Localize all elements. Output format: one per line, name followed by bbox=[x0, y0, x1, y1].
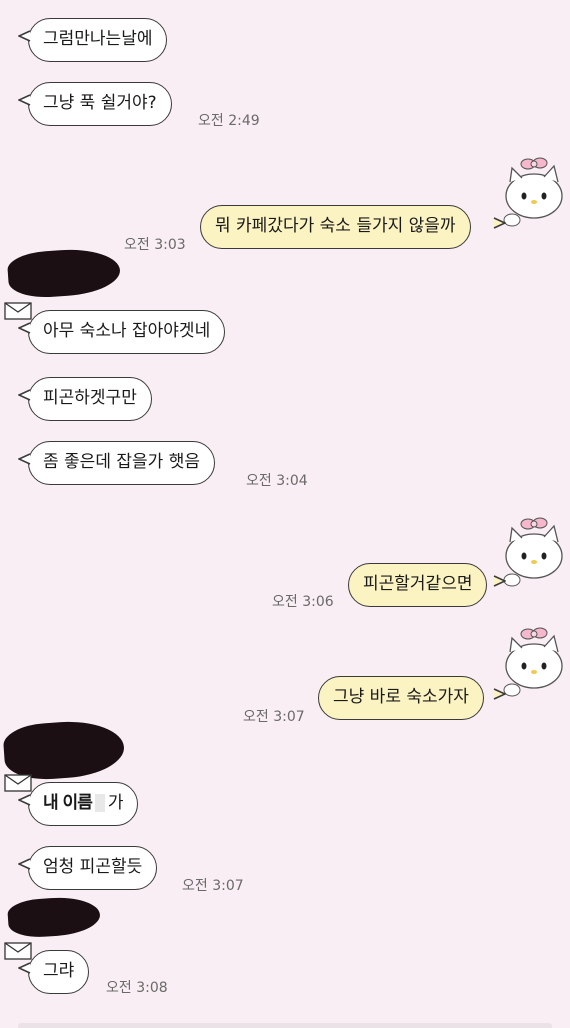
bubble-tail bbox=[18, 858, 31, 870]
message-text: 피곤하겟구만 bbox=[43, 388, 137, 408]
message-text: 그랴 bbox=[43, 961, 75, 981]
message-text: 그럼만나는날에 bbox=[43, 29, 153, 49]
message-text: 가 bbox=[107, 793, 124, 813]
message-bubble[interactable]: 내 이름 가 bbox=[28, 782, 139, 826]
message-bubble[interactable]: 그냥 바로 숙소가자 bbox=[318, 676, 484, 720]
bubble-tail bbox=[493, 688, 506, 700]
bubble-tail bbox=[18, 322, 31, 334]
message-text: 좀 좋은데 잡을가 햇음 bbox=[43, 452, 200, 472]
redacted-name bbox=[2, 717, 126, 783]
bubble-tail bbox=[18, 453, 31, 465]
message-text: 뭐 카페갔다가 숙소 들가지 않을까 bbox=[215, 216, 456, 236]
message-timestamp: 오전 3:07 bbox=[243, 709, 305, 725]
message-bubble[interactable]: 아무 숙소나 잡아야겟네 bbox=[28, 310, 226, 354]
bubble-tail bbox=[18, 962, 31, 974]
message-timestamp: 오전 3:07 bbox=[182, 878, 244, 894]
message-text: 그냥 바로 숙소가자 bbox=[333, 687, 469, 707]
message-bubble[interactable]: 그냥 푹 쉴거야? bbox=[28, 82, 172, 126]
envelope-icon bbox=[4, 942, 32, 960]
envelope-icon bbox=[4, 302, 32, 320]
bubble-tail bbox=[493, 575, 506, 587]
message-text: 엄청 피곤할듯 bbox=[43, 857, 143, 877]
message-timestamp: 오전 3:03 bbox=[124, 237, 186, 253]
message-timestamp: 오전 3:06 bbox=[272, 594, 334, 610]
message-bubble[interactable]: 엄청 피곤할듯 bbox=[28, 846, 158, 890]
bubble-tail bbox=[18, 30, 31, 42]
message-timestamp: 오전 3:08 bbox=[106, 980, 168, 996]
message-bubble[interactable]: 그럼만나는날에 bbox=[28, 18, 168, 62]
redacted-segment bbox=[94, 794, 105, 812]
bubble-tail bbox=[18, 94, 31, 106]
hello-kitty-avatar bbox=[503, 627, 563, 697]
bubble-tail bbox=[493, 217, 506, 229]
message-bubble[interactable]: 뭐 카페갔다가 숙소 들가지 않을까 bbox=[200, 205, 471, 249]
message-timestamp: 오전 2:49 bbox=[198, 113, 260, 129]
message-bubble[interactable]: 그랴 bbox=[28, 950, 90, 994]
envelope-icon bbox=[4, 774, 32, 792]
redacted-name bbox=[6, 246, 122, 300]
message-bubble[interactable]: 피곤하겟구만 bbox=[28, 377, 152, 421]
message-text: 그냥 푹 쉴거야? bbox=[43, 93, 157, 113]
bubble-tail bbox=[18, 389, 31, 401]
message-text: 내 이름 bbox=[43, 793, 93, 813]
bubble-tail bbox=[18, 794, 31, 806]
hello-kitty-avatar bbox=[503, 157, 563, 227]
message-text: 아무 숙소나 잡아야겟네 bbox=[43, 321, 211, 341]
message-timestamp: 오전 3:04 bbox=[246, 473, 308, 489]
hello-kitty-avatar bbox=[503, 517, 563, 587]
message-bubble[interactable]: 피곤할거같으면 bbox=[348, 563, 488, 607]
input-bar-edge bbox=[18, 1023, 552, 1028]
message-text: 피곤할거같으면 bbox=[363, 574, 473, 594]
redacted-name bbox=[6, 894, 102, 940]
message-bubble[interactable]: 좀 좋은데 잡을가 햇음 bbox=[28, 441, 215, 485]
